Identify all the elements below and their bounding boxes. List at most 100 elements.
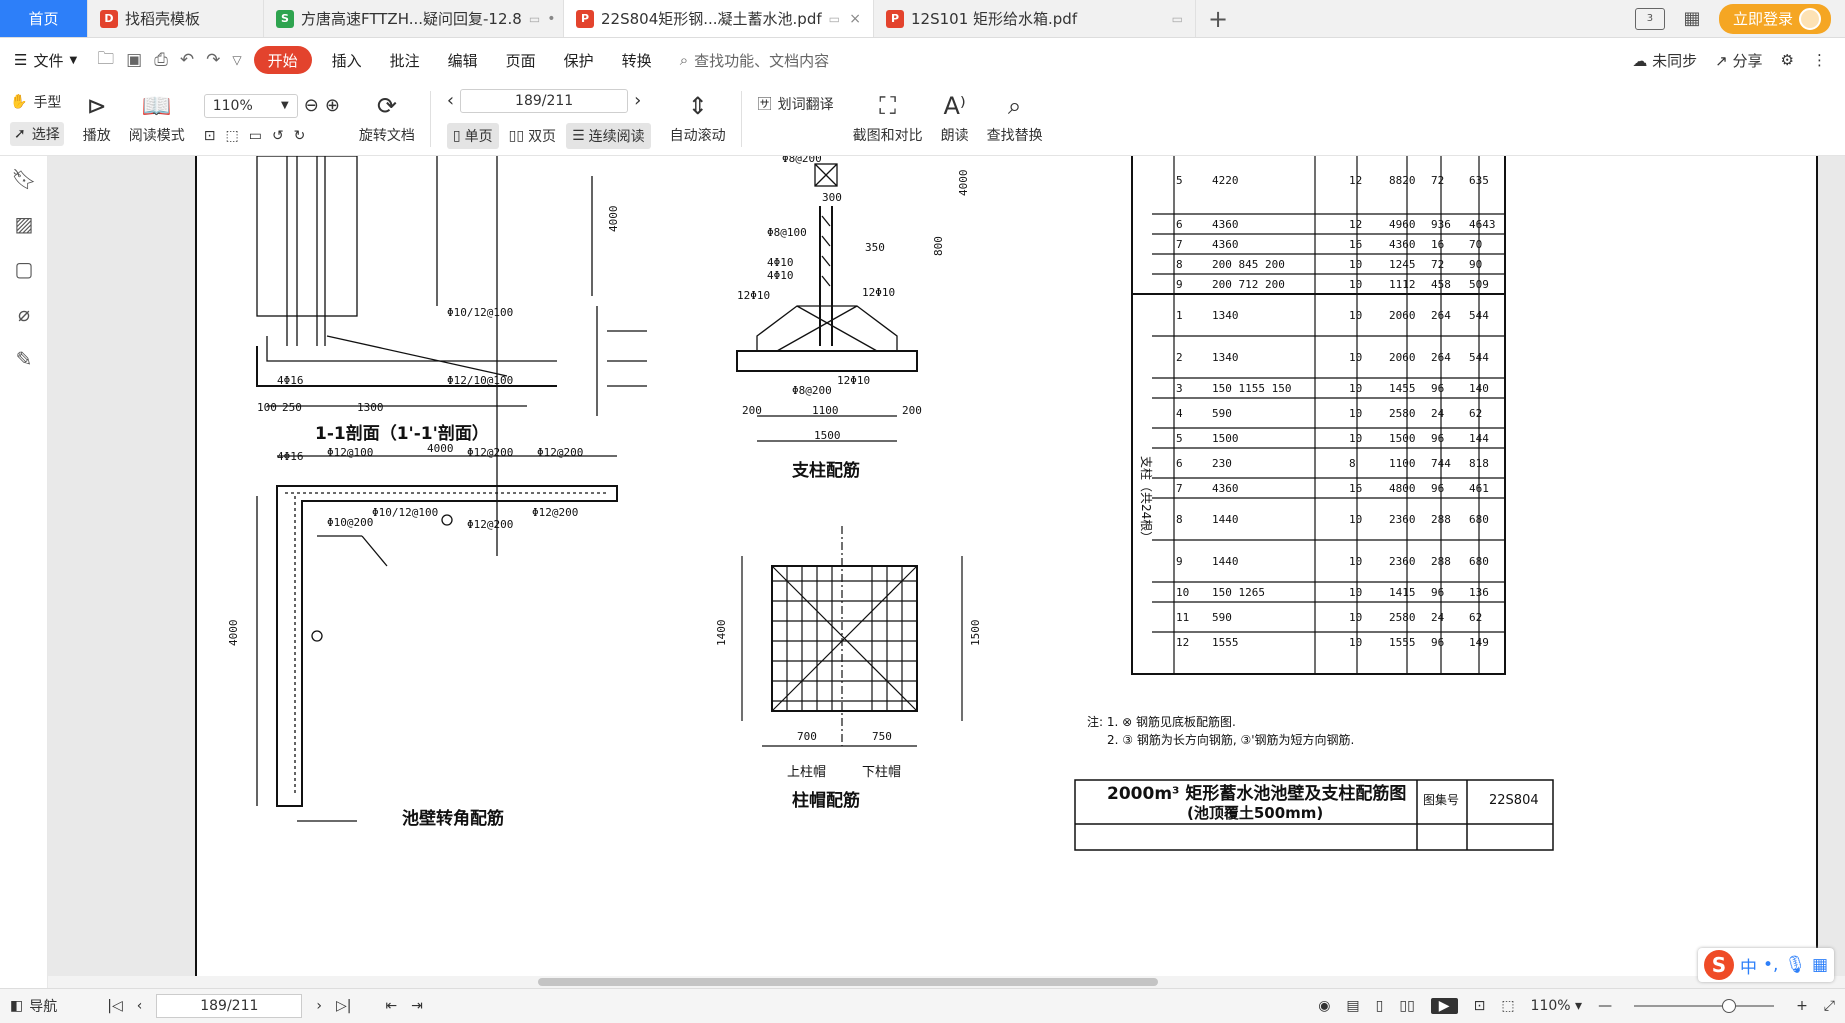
forward-icon[interactable]: ⇥ (411, 998, 423, 1014)
table-cell: 24 (1431, 611, 1445, 624)
zoom-out-icon[interactable]: — (1598, 998, 1612, 1014)
fit-page-icon[interactable]: ⬚ (1501, 998, 1514, 1014)
tab-pdf[interactable]: P 12S101 矩形给水箱.pdf ▭ (874, 0, 1196, 37)
zoom-select[interactable]: 110% ▾ (1531, 998, 1583, 1014)
next-page-icon[interactable]: › (634, 90, 641, 111)
menu-comment[interactable]: 批注 (376, 38, 434, 82)
prev-page-icon[interactable]: ‹ (447, 90, 454, 111)
eye-icon[interactable]: ◉ (1318, 998, 1330, 1014)
rotate-right-icon[interactable]: ↻ (294, 128, 306, 144)
redo-icon[interactable]: ↷ (200, 50, 226, 70)
table-cell: 2360 (1389, 513, 1416, 526)
auto-scroll-button[interactable]: ⇕ 自动滚动 (661, 82, 735, 155)
find-replace-button[interactable]: ⌕ 查找替换 (978, 82, 1052, 155)
page-input[interactable]: 189/211 (156, 994, 303, 1018)
save-icon[interactable]: ▣ (120, 50, 148, 70)
menu-start[interactable]: 开始 (253, 46, 312, 74)
read-aloud-button[interactable]: A⁾ 朗读 (932, 82, 978, 155)
comment-icon[interactable]: ▢ (0, 246, 48, 291)
zoom-in-icon[interactable]: + (1796, 998, 1808, 1014)
window-layout-icon[interactable]: 3 (1634, 7, 1665, 30)
settings-icon[interactable]: ⚙ (1781, 51, 1794, 69)
zoom-select[interactable]: 110% ▼ (203, 93, 298, 118)
actual-size-icon[interactable]: ⊡ (1474, 998, 1486, 1014)
more-icon[interactable]: ⋮ (1812, 51, 1827, 69)
open-folder-icon[interactable]: 🗀 (91, 46, 120, 75)
continuous-button[interactable]: ☰ 连续阅读 (566, 122, 651, 149)
tab-home[interactable]: 首页 (0, 0, 88, 37)
table-cell-no: 7 (1176, 482, 1183, 495)
menu-page[interactable]: 页面 (492, 38, 550, 82)
file-menu[interactable]: ☰ 文件 ▼ (0, 38, 91, 82)
next-page-icon[interactable]: › (316, 998, 322, 1014)
select-tool[interactable]: ➚ 选择 (10, 121, 64, 146)
chevron-down-icon[interactable]: ▽ (226, 53, 247, 67)
menu-edit[interactable]: 编辑 (434, 38, 492, 82)
translate-button[interactable]: 🈂 划词翻译 (758, 94, 834, 114)
rebar-label: Φ10@200 (327, 516, 373, 529)
play-icon[interactable]: ▶ (1430, 998, 1458, 1014)
zoom-out-icon[interactable]: ⊖ (304, 95, 319, 116)
zoom-knob[interactable] (1722, 999, 1737, 1013)
share-button[interactable]: ↗ 分享 (1715, 50, 1762, 71)
zoom-slider[interactable] (1634, 999, 1775, 1013)
tab-template[interactable]: D 找稻壳模板 (88, 0, 264, 37)
screenshot-button[interactable]: ⛶ 截图和对比 (844, 82, 932, 155)
signature-icon[interactable]: ✎ (0, 336, 48, 381)
print-icon[interactable]: ⎙ (148, 50, 174, 70)
ime-toolbar[interactable]: S 中 •, 🎙 ▦ (1698, 948, 1835, 982)
sync-status[interactable]: ☁ 未同步 (1632, 50, 1697, 71)
double-page-icon[interactable]: ▯▯ (1399, 998, 1414, 1014)
hand-tool[interactable]: ✋ 手型 (10, 92, 64, 112)
speaker-icon: A⁾ (943, 91, 966, 120)
upper-cap-label: 上柱帽 (787, 764, 826, 780)
table-cell: 10 (1349, 636, 1362, 649)
tab-sheet[interactable]: S 方唐高速FTTZH...疑问回复-12.8 ▭ • (264, 0, 564, 37)
table-cell: 2360 (1389, 555, 1416, 568)
table-cell: 590 (1212, 611, 1232, 624)
undo-icon[interactable]: ↶ (174, 50, 200, 70)
tab-pdf-active[interactable]: P 22S804矩形钢...凝土蓄水池.pdf ▭ × (564, 0, 874, 37)
scroll-thumb[interactable] (538, 978, 1158, 986)
monitor-icon: ▭ (1171, 11, 1183, 26)
table-cell-no: 8 (1176, 513, 1183, 526)
read-mode-button[interactable]: 📖 阅读模式 (120, 82, 194, 155)
new-tab-button[interactable]: + (1196, 0, 1240, 37)
rotate-left-icon[interactable]: ↺ (272, 128, 284, 144)
zoom-in-icon[interactable]: ⊕ (325, 95, 340, 116)
first-page-icon[interactable]: |◁ (107, 998, 122, 1014)
fit-icon[interactable]: ▤ (1346, 998, 1359, 1014)
fullscreen-icon[interactable]: ⤢ (1824, 998, 1835, 1014)
prev-page-icon[interactable]: ‹ (137, 998, 143, 1014)
actual-size-icon[interactable]: ⊡ (204, 128, 216, 144)
table-cell-no: 6 (1176, 218, 1183, 231)
menu-protect[interactable]: 保护 (550, 38, 608, 82)
play-button[interactable]: ⊳ 播放 (74, 82, 120, 155)
book-icon: 📖 (141, 91, 172, 120)
search-box[interactable]: ⌕ 查找功能、文档内容 (666, 38, 843, 82)
rotate-doc-icon: ⟳ (376, 91, 397, 120)
horizontal-scrollbar[interactable] (48, 976, 1845, 988)
last-page-icon[interactable]: ▷| (336, 998, 351, 1014)
document-area[interactable]: 4000 Φ10/12@100 Φ12/10@100 4Φ16 1300 100… (48, 156, 1845, 988)
table-cell: 10 (1349, 309, 1362, 322)
close-icon[interactable]: × (849, 11, 861, 27)
tab-unsaved-dot[interactable]: • (547, 11, 555, 27)
back-icon[interactable]: ⇤ (385, 998, 397, 1014)
rebar-label: 4Φ10 (767, 269, 794, 282)
menu-insert[interactable]: 插入 (318, 38, 376, 82)
menu-convert[interactable]: 转换 (608, 38, 666, 82)
image-icon[interactable]: ▨ (0, 201, 48, 246)
single-page-button[interactable]: ▯ 单页 (446, 122, 499, 149)
bookmark-icon[interactable]: 🔖︎ (0, 156, 48, 201)
fit-width-icon[interactable]: ▭ (249, 128, 262, 144)
double-page-button[interactable]: ▯▯ 双页 (503, 123, 562, 149)
nav-toggle[interactable]: ◧ 导航 (0, 996, 67, 1016)
single-page-icon[interactable]: ▯ (1376, 998, 1384, 1014)
fit-page-icon[interactable]: ⬚ (225, 128, 238, 144)
login-button[interactable]: 立即登录 (1718, 3, 1831, 34)
rotate-doc-button[interactable]: ⟳ 旋转文档 (350, 82, 424, 155)
page-number-input[interactable]: 189/211 (460, 88, 629, 113)
attachment-icon[interactable]: ⌀ (0, 291, 48, 336)
apps-grid-icon[interactable]: ▦ (1677, 8, 1707, 30)
